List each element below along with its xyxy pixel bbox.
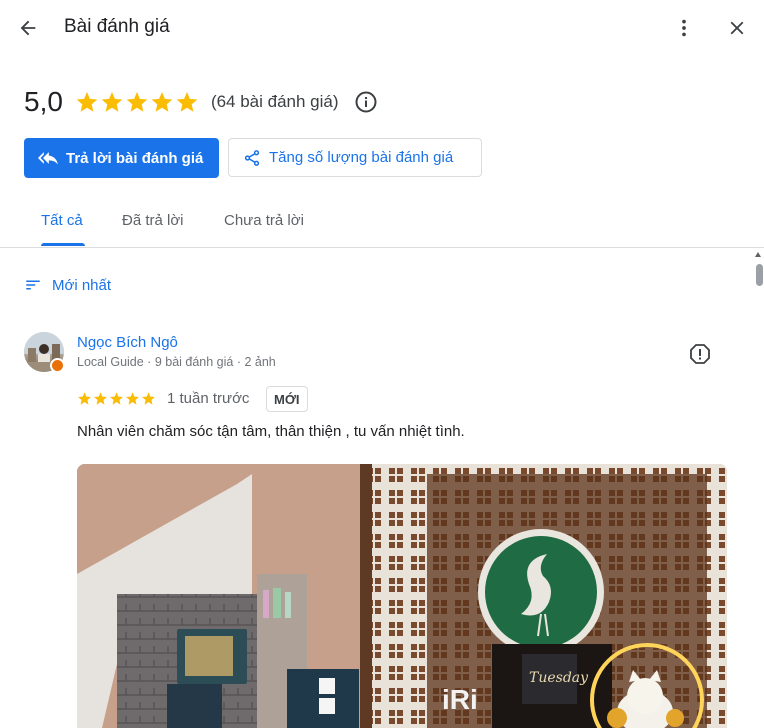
reply-all-icon (38, 152, 58, 165)
local-guide-badge-icon (50, 358, 65, 373)
review-tabs: Tất cả Đã trả lời Chưa trả lời (0, 198, 764, 248)
tab-unreplied[interactable]: Chưa trả lời (224, 212, 304, 229)
more-vert-icon[interactable] (668, 12, 700, 44)
scroll-up-arrow-icon[interactable] (755, 252, 761, 257)
star-icon (94, 392, 107, 405)
active-tab-indicator (41, 243, 85, 246)
review-photo[interactable]: Tuesday iRi (77, 464, 727, 728)
sort-label: Mới nhất (52, 276, 112, 294)
star-icon (78, 392, 91, 405)
reply-review-label: Trả lời bài đánh giá (66, 149, 204, 167)
photo-sign-text: iRi (442, 684, 478, 715)
reviewer-name[interactable]: Ngọc Bích Ngô (77, 334, 178, 351)
review-text: Nhân viên chăm sóc tận tâm, thân thiện ,… (77, 423, 465, 440)
review-time: 1 tuần trước (167, 390, 250, 407)
page-title: Bài đánh giá (64, 16, 170, 37)
increase-reviews-button[interactable]: Tăng số lượng bài đánh giá (228, 138, 482, 177)
star-icon (101, 92, 123, 112)
reviewer-meta: Local Guide · 9 bài đánh giá · 2 ảnh (77, 355, 276, 369)
review-stars (77, 391, 156, 406)
average-rating: 5,0 (24, 86, 63, 117)
report-icon[interactable] (688, 342, 712, 366)
close-icon[interactable] (721, 12, 753, 44)
star-icon (126, 92, 148, 112)
rating-summary: 5,0 (64 bài đánh giá) (24, 84, 379, 120)
star-icon (110, 392, 123, 405)
share-icon (244, 149, 260, 166)
sort-button[interactable]: Mới nhất (24, 276, 111, 294)
tab-all[interactable]: Tất cả (41, 212, 83, 229)
review-count: (64 bài đánh giá) (210, 92, 339, 111)
star-icon (176, 92, 198, 112)
scrollbar[interactable] (753, 252, 764, 728)
scroll-thumb[interactable] (756, 264, 763, 286)
rating-stars (75, 90, 199, 114)
reply-review-button[interactable]: Trả lời bài đánh giá (24, 138, 219, 178)
new-badge: MỚI (266, 386, 308, 412)
star-icon (126, 392, 139, 405)
star-icon (142, 392, 155, 405)
photo-tag-text: Tuesday (529, 670, 589, 686)
arrow-back-icon[interactable] (12, 12, 44, 44)
header-bar: Bài đánh giá (0, 0, 764, 56)
info-icon[interactable] (353, 89, 379, 115)
increase-reviews-label: Tăng số lượng bài đánh giá (269, 149, 454, 166)
sort-icon (26, 280, 40, 290)
tab-replied[interactable]: Đã trả lời (122, 212, 184, 229)
star-icon (151, 92, 173, 112)
star-icon (76, 92, 98, 112)
